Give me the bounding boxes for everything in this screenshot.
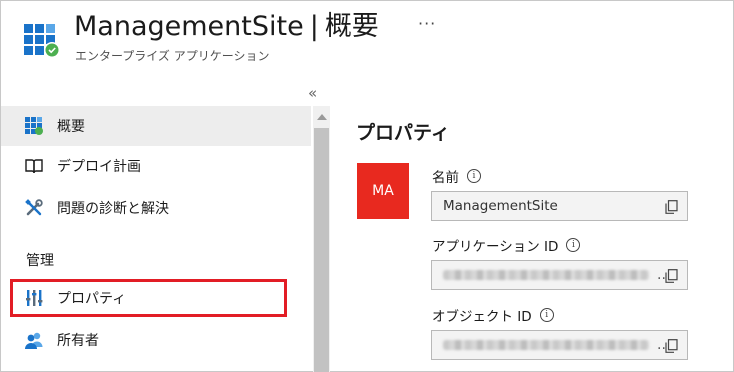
title-separator: | — [309, 11, 319, 42]
grid-app-icon — [24, 116, 44, 136]
scrollbar-thumb[interactable] — [314, 128, 329, 372]
object-id-field[interactable]: .. — [431, 330, 688, 360]
sidebar: 概要 デプロイ計画 問題の診断と解決 管理 プロパティ 所有者 — [1, 106, 311, 372]
app-avatar: MA — [357, 163, 409, 219]
field-label-text: オブジェクト ID — [432, 309, 532, 325]
copy-icon[interactable] — [665, 339, 678, 353]
sidebar-item-overview[interactable]: 概要 — [1, 106, 311, 146]
enterprise-app-icon — [24, 24, 60, 58]
sidebar-item-label: デプロイ計画 — [57, 159, 141, 175]
copy-icon[interactable] — [665, 200, 678, 214]
field-label-name: 名前 i — [432, 166, 481, 186]
section-label-manage: 管理 — [26, 253, 54, 269]
sidebar-scrollbar[interactable] — [313, 106, 330, 372]
section-title: プロパティ — [356, 122, 450, 144]
sidebar-item-label: 所有者 — [57, 333, 99, 349]
redacted-value — [443, 340, 649, 350]
sidebar-item-label: 問題の診断と解決 — [57, 201, 169, 217]
field-label-text: アプリケーション ID — [432, 239, 559, 255]
book-icon — [24, 156, 44, 176]
sidebar-item-deployment-plan[interactable]: デプロイ計画 — [1, 146, 311, 186]
scroll-up-arrow-icon[interactable] — [317, 114, 327, 120]
people-icon — [24, 330, 44, 350]
field-label-object-id: オブジェクト ID i — [432, 305, 554, 325]
wrench-screwdriver-icon — [24, 198, 44, 218]
page-name: 概要 — [324, 11, 379, 42]
sidebar-item-label: 概要 — [57, 119, 85, 135]
field-label-application-id: アプリケーション ID i — [432, 235, 581, 255]
info-icon[interactable]: i — [467, 169, 481, 183]
sidebar-item-diagnose-solve[interactable]: 問題の診断と解決 — [1, 188, 311, 228]
info-icon[interactable]: i — [539, 308, 554, 322]
app-name: ManagementSite — [74, 11, 304, 42]
page-subtitle: エンタープライズ アプリケーション — [75, 49, 270, 63]
name-field[interactable]: ManagementSite — [431, 191, 688, 221]
collapse-sidebar-button[interactable]: « — [308, 84, 317, 102]
page-title: ManagementSite | 概要 — [74, 8, 379, 46]
application-id-field[interactable]: .. — [431, 260, 688, 290]
sidebar-item-owners[interactable]: 所有者 — [1, 320, 311, 360]
properties-highlight-box — [10, 279, 287, 317]
redacted-value — [443, 270, 649, 280]
more-options-button[interactable]: ··· — [418, 14, 436, 33]
info-icon[interactable]: i — [566, 238, 581, 252]
field-label-text: 名前 — [432, 170, 459, 186]
field-value: ManagementSite — [443, 198, 558, 214]
copy-icon[interactable] — [665, 269, 678, 283]
